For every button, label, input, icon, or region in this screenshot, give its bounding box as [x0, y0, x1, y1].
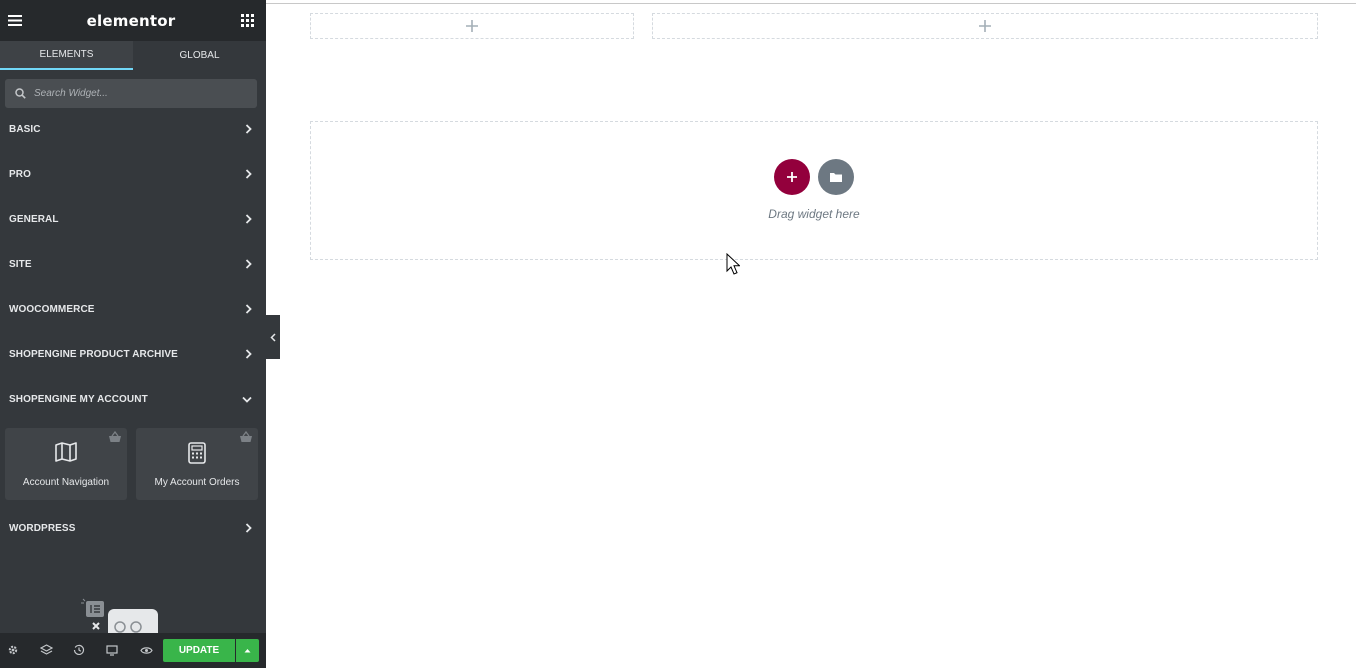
responsive-mode-button[interactable] [103, 641, 121, 659]
add-template-button[interactable] [818, 159, 854, 195]
category-label: SITE [9, 258, 32, 270]
panel-header: elementor [0, 0, 266, 41]
search-input[interactable] [32, 87, 246, 100]
plus-icon [466, 20, 478, 32]
panel-tabs: ELEMENTS GLOBAL [0, 41, 266, 70]
menu-button[interactable] [6, 12, 24, 30]
folder-icon [830, 173, 842, 182]
widget-label: My Account Orders [154, 477, 240, 488]
navigator-button[interactable] [37, 641, 55, 659]
chevron-right-icon [245, 124, 252, 134]
elementor-panel: elementor ELEMENTS GLOBAL BASIC PRO GENE… [0, 0, 266, 668]
chevron-right-icon [245, 214, 252, 224]
update-button[interactable]: UPDATE [163, 639, 235, 662]
history-icon [73, 644, 85, 656]
eye-icon [139, 646, 153, 654]
widget-search [5, 79, 257, 108]
category-label: SHOPENGINE PRODUCT ARCHIVE [9, 348, 178, 360]
category-basic[interactable]: BASIC [0, 114, 266, 144]
category-general[interactable]: GENERAL [0, 204, 266, 234]
chevron-right-icon [245, 523, 252, 533]
category-wordpress[interactable]: WORDPRESS [0, 513, 266, 543]
map-icon [55, 442, 77, 462]
widget-label: Account Navigation [22, 477, 110, 488]
drag-widget-hint: Drag widget here [768, 207, 860, 221]
plus-icon [787, 172, 797, 182]
chevron-right-icon [245, 349, 252, 359]
mouse-cursor-icon [726, 253, 740, 275]
plus-icon [979, 20, 991, 32]
search-icon [15, 88, 26, 99]
column-add-left[interactable] [310, 13, 634, 39]
column-add-right[interactable] [652, 13, 1318, 39]
chevron-right-icon [245, 259, 252, 269]
category-label: GENERAL [9, 213, 59, 225]
calculator-icon [188, 442, 206, 464]
canvas-top-border [266, 3, 1356, 4]
chevron-left-icon [270, 332, 276, 342]
settings-icon [8, 645, 18, 655]
layers-icon [39, 644, 53, 655]
update-options-button[interactable] [236, 639, 259, 662]
chevron-right-icon [245, 169, 252, 179]
category-shopengine-my-account[interactable]: SHOPENGINE MY ACCOUNT [0, 384, 266, 414]
widget-my-account-orders[interactable]: My Account Orders [136, 428, 258, 500]
elementor-logo: elementor [86, 11, 176, 30]
tab-elements[interactable]: ELEMENTS [0, 41, 133, 70]
category-label: WOOCOMMERCE [9, 303, 95, 315]
category-label: BASIC [9, 123, 41, 135]
category-pro[interactable]: PRO [0, 159, 266, 189]
category-site[interactable]: SITE [0, 249, 266, 279]
history-button[interactable] [70, 641, 88, 659]
caret-up-icon [244, 649, 251, 653]
widget-account-navigation[interactable]: Account Navigation [5, 428, 127, 500]
hamburger-icon [8, 15, 22, 26]
preview-button[interactable] [137, 641, 155, 659]
category-label: PRO [9, 168, 31, 180]
grid-icon [240, 14, 254, 27]
category-label: SHOPENGINE MY ACCOUNT [9, 393, 148, 405]
category-woocommerce[interactable]: WOOCOMMERCE [0, 294, 266, 324]
chevron-down-icon [242, 396, 252, 403]
category-label: WORDPRESS [9, 522, 76, 534]
basket-icon [109, 431, 121, 442]
desktop-icon [106, 644, 118, 656]
tab-global[interactable]: GLOBAL [133, 41, 266, 70]
settings-button[interactable] [4, 641, 22, 659]
basket-icon [240, 431, 252, 442]
panel-illustration [81, 598, 158, 633]
category-shopengine-product-archive[interactable]: SHOPENGINE PRODUCT ARCHIVE [0, 339, 266, 369]
add-new-section-button[interactable] [774, 159, 810, 195]
widgets-grid-button[interactable] [238, 12, 256, 30]
chevron-right-icon [245, 304, 252, 314]
empty-section-drop-zone[interactable] [310, 121, 1318, 260]
collapse-panel-button[interactable] [266, 315, 280, 359]
